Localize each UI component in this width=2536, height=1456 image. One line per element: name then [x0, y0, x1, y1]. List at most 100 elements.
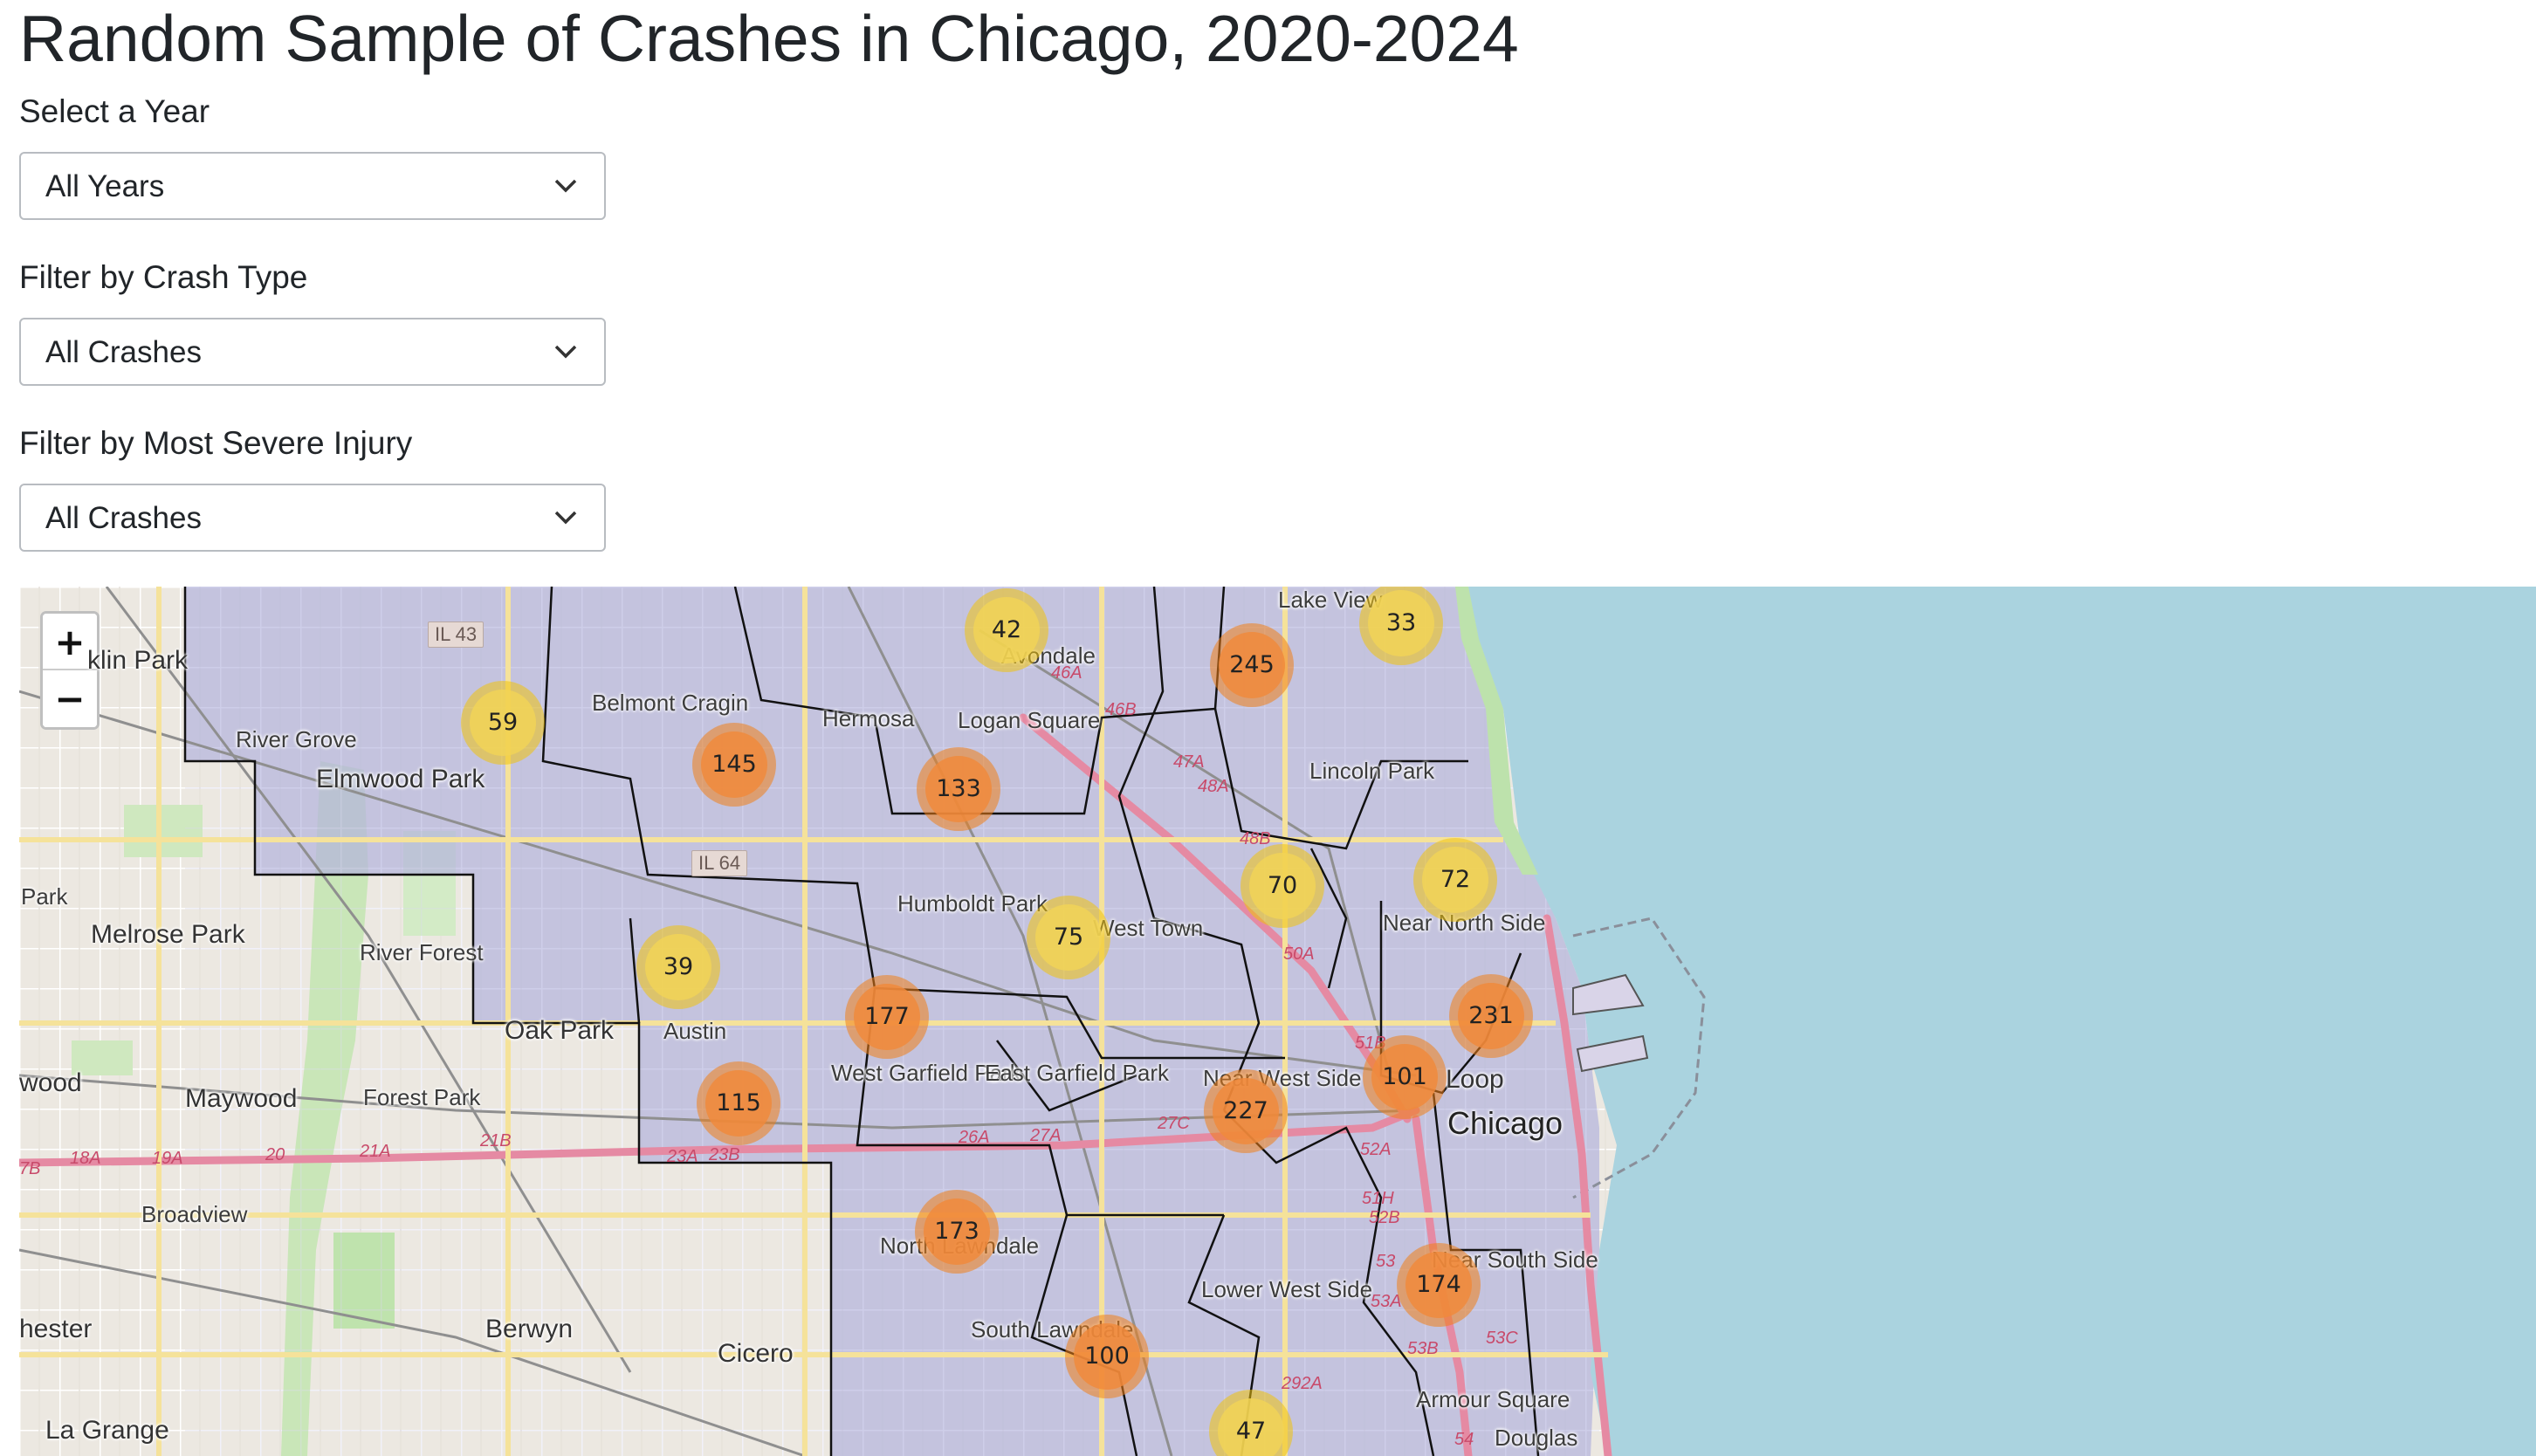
- map-place-label: hester: [19, 1315, 93, 1343]
- crash-cluster-marker[interactable]: 101: [1363, 1035, 1447, 1119]
- cluster-count: 39: [645, 934, 711, 1000]
- crash-cluster-marker[interactable]: 133: [917, 747, 1000, 831]
- exit-label: 27C: [1158, 1114, 1190, 1133]
- exit-label: 27A: [1030, 1126, 1062, 1145]
- exit-label: 21B: [480, 1131, 512, 1150]
- year-select-label: Select a Year: [19, 93, 210, 129]
- injury-value: All Crashes: [45, 501, 202, 535]
- map-place-label: Austin: [663, 1018, 727, 1044]
- chevron-down-icon: [554, 511, 577, 525]
- map-place-label: Chicago: [1447, 1105, 1564, 1141]
- exit-label: 53B: [1407, 1339, 1439, 1358]
- map-place-label: River Forest: [360, 939, 484, 965]
- map-place-label: wood: [19, 1068, 82, 1097]
- exit-label: 23A: [667, 1147, 698, 1166]
- map-place-label: Armour Square: [1416, 1386, 1570, 1412]
- crash-cluster-marker[interactable]: 231: [1449, 974, 1533, 1058]
- zoom-out-button[interactable]: −: [43, 670, 97, 727]
- crash-cluster-marker[interactable]: 115: [697, 1061, 780, 1145]
- cluster-count: 75: [1035, 904, 1102, 971]
- cluster-count: 145: [701, 731, 767, 798]
- crash-cluster-marker[interactable]: 145: [692, 723, 776, 807]
- map-place-label: East Garfield Park: [985, 1060, 1169, 1086]
- crash-type-select[interactable]: All Crashes: [19, 318, 606, 386]
- crash-type-label: Filter by Crash Type: [19, 259, 308, 295]
- crash-cluster-marker[interactable]: 173: [915, 1190, 999, 1274]
- exit-label: 53A: [1371, 1292, 1402, 1311]
- crash-cluster-marker[interactable]: 174: [1397, 1243, 1481, 1327]
- map-place-label: Park: [21, 883, 68, 910]
- cluster-count: 59: [470, 690, 536, 756]
- crash-cluster-marker[interactable]: 42: [965, 588, 1048, 672]
- injury-label: Filter by Most Severe Injury: [19, 425, 413, 461]
- year-select[interactable]: All Years: [19, 152, 606, 220]
- cluster-count: 42: [973, 597, 1040, 663]
- map-place-label: klin Park: [87, 646, 189, 675]
- map-place-label: Broadview: [141, 1201, 248, 1227]
- exit-label: 21A: [360, 1142, 391, 1161]
- map-place-label: Maywood: [185, 1084, 298, 1113]
- map-place-label: Cicero: [718, 1339, 794, 1368]
- chevron-down-icon: [554, 345, 577, 359]
- cluster-count: 72: [1422, 847, 1488, 913]
- cluster-count: 70: [1249, 853, 1316, 919]
- page-title: Random Sample of Crashes in Chicago, 202…: [19, 2, 1519, 75]
- crash-cluster-marker[interactable]: 75: [1027, 896, 1110, 979]
- map-place-label: Humboldt Park: [897, 890, 1048, 917]
- cluster-count: 227: [1213, 1078, 1279, 1144]
- map-place-label: Douglas: [1495, 1425, 1578, 1451]
- exit-label: 26A: [959, 1128, 990, 1147]
- exit-label: 7B: [19, 1159, 41, 1178]
- highway-shield: IL 43: [428, 622, 485, 648]
- highway-shield: IL 64: [691, 850, 748, 876]
- crash-cluster-marker[interactable]: 227: [1204, 1069, 1288, 1153]
- exit-label: 54: [1454, 1430, 1474, 1449]
- exit-label: 292A: [1282, 1374, 1323, 1393]
- crash-cluster-marker[interactable]: 177: [845, 975, 929, 1059]
- exit-label: 20: [265, 1145, 285, 1164]
- exit-label: 46B: [1105, 700, 1137, 719]
- exit-label: 48A: [1198, 777, 1229, 796]
- cluster-count: 47: [1218, 1398, 1284, 1456]
- exit-label: 53: [1376, 1252, 1396, 1271]
- crash-cluster-marker[interactable]: 72: [1413, 838, 1497, 922]
- map-place-label: Oak Park: [505, 1016, 615, 1045]
- exit-label: 19A: [152, 1149, 183, 1168]
- map-place-label: Lower West Side: [1201, 1276, 1373, 1302]
- map-place-label: River Grove: [236, 726, 357, 752]
- map-place-label: Logan Square: [958, 707, 1101, 733]
- exit-label: 18A: [70, 1149, 101, 1168]
- crash-map[interactable]: + − klin Park Belmont Cragin Hermosa Log…: [19, 587, 2536, 1456]
- crash-cluster-marker[interactable]: 100: [1065, 1315, 1149, 1398]
- exit-label: 52A: [1360, 1140, 1392, 1159]
- exit-label: 52B: [1369, 1208, 1400, 1227]
- cluster-count: 231: [1458, 983, 1524, 1049]
- cluster-count: 115: [705, 1070, 772, 1137]
- map-place-label: La Grange: [45, 1416, 169, 1445]
- exit-label: 50A: [1283, 944, 1315, 964]
- year-select-value: All Years: [45, 169, 165, 203]
- cluster-count: 101: [1371, 1044, 1438, 1110]
- map-place-label: Hermosa: [822, 705, 915, 731]
- map-place-label: Belmont Cragin: [592, 690, 749, 716]
- map-place-label: Berwyn: [485, 1315, 574, 1343]
- exit-label: 51H: [1362, 1189, 1394, 1208]
- exit-label: 47A: [1173, 752, 1205, 772]
- map-place-label: Elmwood Park: [316, 765, 485, 793]
- crash-cluster-marker[interactable]: 59: [461, 681, 545, 765]
- exit-label: 53C: [1486, 1329, 1518, 1348]
- cluster-count: 245: [1219, 632, 1285, 698]
- cluster-count: 133: [925, 756, 992, 822]
- cluster-count: 174: [1405, 1252, 1472, 1318]
- crash-cluster-marker[interactable]: 245: [1210, 623, 1294, 707]
- map-place-label: Forest Park: [363, 1084, 481, 1110]
- exit-label: 23B: [709, 1145, 740, 1164]
- cluster-count: 177: [854, 984, 920, 1050]
- crash-cluster-marker[interactable]: 70: [1241, 844, 1324, 928]
- map-basemap: [19, 587, 2536, 1456]
- map-place-label: Lincoln Park: [1309, 758, 1435, 784]
- crash-cluster-marker[interactable]: 39: [636, 925, 720, 1009]
- injury-select[interactable]: All Crashes: [19, 484, 606, 552]
- map-place-label: Melrose Park: [91, 920, 245, 949]
- map-place-label: Loop: [1446, 1065, 1504, 1094]
